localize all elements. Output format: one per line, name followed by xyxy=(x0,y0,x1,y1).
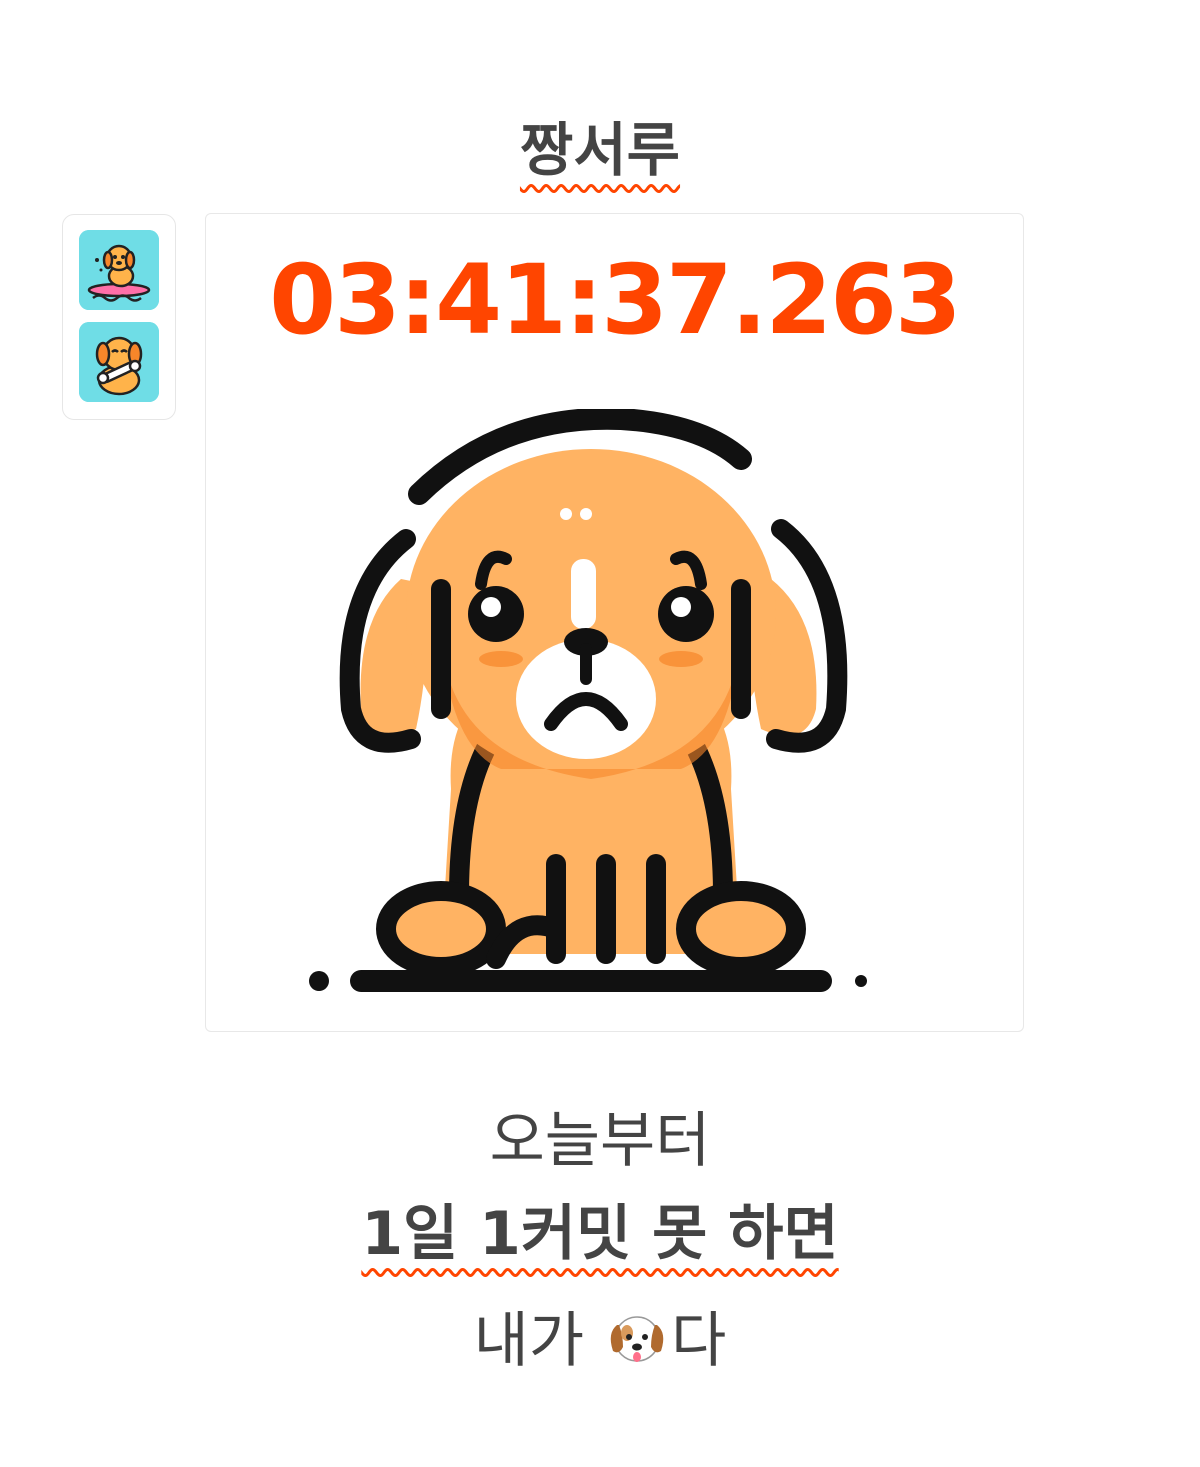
sad-dog-illustration xyxy=(309,409,867,992)
dog-bone-button[interactable] xyxy=(79,322,159,402)
message-line-3: 내가 다 xyxy=(0,1303,1200,1379)
countdown-timer: 03:41:37.263 xyxy=(269,244,961,356)
dog-with-bone-icon xyxy=(79,322,159,402)
surfing-dog-button[interactable] xyxy=(79,230,159,310)
message-line-1: 오늘부터 xyxy=(489,1106,711,1176)
message-line-2: 1일 1커밋 못 하면 xyxy=(0,1196,1200,1272)
message-line-3-prefix: 내가 xyxy=(473,1306,604,1376)
surfing-dog-icon xyxy=(79,230,159,310)
message-line-2-text: 1일 1커밋 못 하면 xyxy=(361,1199,839,1269)
dog-face-icon xyxy=(610,1316,664,1362)
message-line-3-suffix: 다 xyxy=(671,1306,727,1376)
sticker-sidebar xyxy=(62,214,176,420)
timer-card: 03:41:37.263 xyxy=(205,213,1024,1032)
title-text: 짱서루 xyxy=(519,116,681,184)
page-title: 짱서루 xyxy=(0,112,1200,188)
